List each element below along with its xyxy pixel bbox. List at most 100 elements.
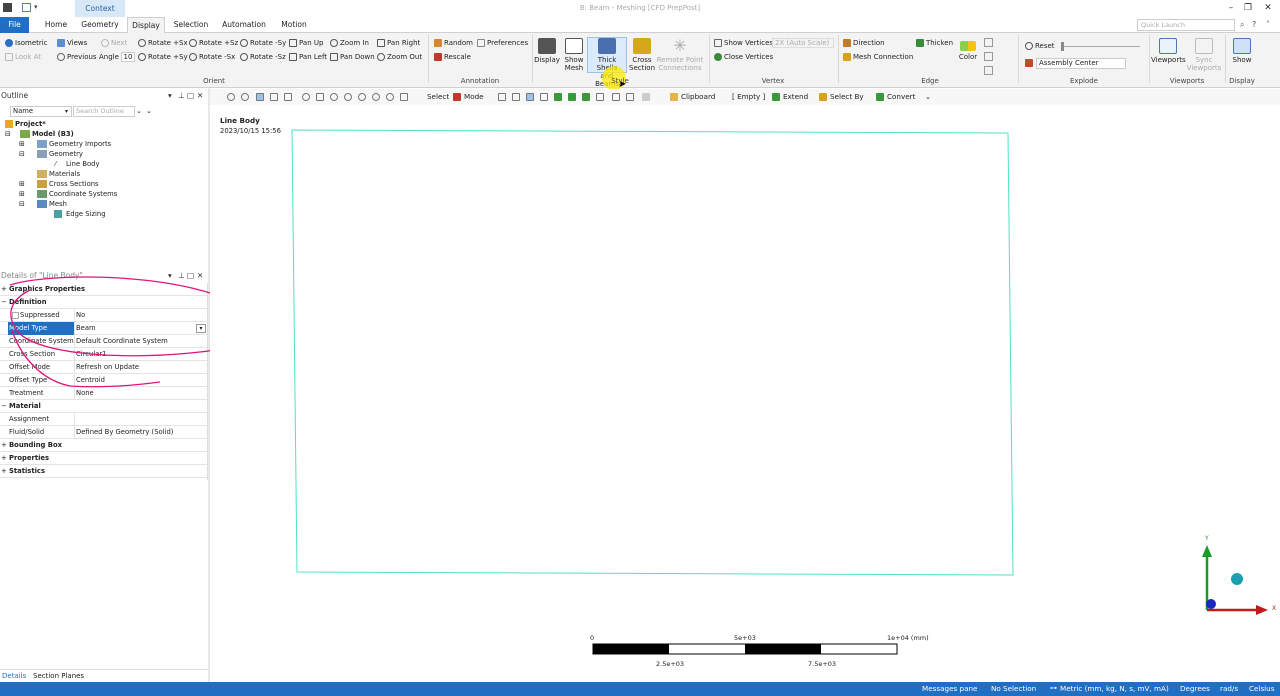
chevron-down-icon[interactable]: ⌄ [136, 107, 142, 115]
tree-item-geometry[interactable]: Geometry [49, 150, 83, 158]
toolbar-overflow-icon[interactable]: ⌄ [925, 92, 931, 101]
tree-item-project[interactable]: Project* [15, 120, 46, 128]
look-at-button[interactable]: Look At [5, 53, 41, 61]
maximize-pane-icon[interactable]: □ [187, 90, 194, 101]
tab-file[interactable]: File [0, 17, 29, 33]
preferences-button[interactable]: Preferences [477, 39, 528, 47]
zoom-next-icon[interactable] [386, 93, 394, 101]
tree-item-mesh[interactable]: Mesh [49, 200, 67, 208]
expand-toggle-icon[interactable]: − [1, 400, 7, 413]
expand-toggle-icon[interactable]: ⊞ [19, 180, 25, 188]
graphics-viewport[interactable]: Line Body 2023/10/15 15:56 0 5e+03 1e+04… [210, 105, 1280, 682]
pan-icon[interactable] [316, 93, 324, 101]
show-mesh-button[interactable]: Show Mesh [562, 38, 586, 72]
select-mode-icon[interactable] [453, 93, 461, 101]
view-toggle-icon[interactable] [256, 93, 264, 101]
tree-item-line-body[interactable]: Line Body [66, 160, 99, 168]
close-vertices-button[interactable]: Close Vertices [714, 53, 773, 61]
wireframe-icon[interactable] [284, 93, 292, 101]
edge-select-icon[interactable] [512, 93, 520, 101]
viewports-button[interactable]: Viewports [1151, 38, 1186, 64]
zoom-fit-icon[interactable] [227, 93, 235, 101]
fit-icon[interactable] [400, 93, 408, 101]
vertex-scale-select[interactable]: 2X (Auto Scale) [772, 38, 834, 48]
element-select-icon[interactable] [582, 93, 590, 101]
previous-button[interactable]: Previous [57, 53, 97, 61]
tab-display[interactable]: Display [127, 17, 165, 33]
element-face-select-icon[interactable] [568, 93, 576, 101]
rotate-plus-sy-button[interactable]: Rotate +Sy [138, 53, 188, 61]
zoom-previous-icon[interactable] [372, 93, 380, 101]
views-button[interactable]: Views [57, 39, 87, 47]
rotate-icon[interactable] [302, 93, 310, 101]
explode-slider-handle[interactable] [1061, 42, 1064, 51]
quick-launch-input[interactable]: Quick Launch [1137, 19, 1235, 31]
remote-point-connections-button[interactable]: ✳ Remote Point Connections [656, 38, 704, 73]
minimize-button[interactable]: – [1225, 3, 1237, 14]
pan-right-button[interactable]: Pan Right [377, 39, 420, 47]
angle-input[interactable]: 10 [121, 52, 135, 62]
expand-toggle-icon[interactable]: ⊟ [19, 150, 25, 158]
show-vertices-button[interactable]: Show Vertices [714, 39, 773, 47]
expand-toggle-icon[interactable]: ⊟ [5, 130, 11, 138]
rotate-minus-sz-button[interactable]: Rotate -Sz [240, 53, 286, 61]
rescale-button[interactable]: Rescale [434, 53, 471, 61]
restore-button[interactable]: ❐ [1242, 3, 1254, 14]
options-icon[interactable] [642, 93, 650, 101]
details-value[interactable]: Defined By Geometry (Solid) [74, 426, 208, 439]
tab-motion[interactable]: Motion [278, 17, 310, 33]
zoom-out-icon[interactable] [358, 93, 366, 101]
edge-option-icon[interactable] [984, 66, 993, 75]
pin-icon[interactable]: ⊥ [178, 90, 185, 101]
tab-details[interactable]: Details [2, 672, 26, 680]
random-button[interactable]: Random [434, 39, 473, 47]
rate-units-status[interactable]: rad/s [1220, 684, 1238, 693]
rotate-plus-sz-button[interactable]: Rotate +Sz [189, 39, 238, 47]
mode-dropdown[interactable]: Mode [464, 92, 484, 101]
rotate-minus-sy-button[interactable]: Rotate -Sy [240, 39, 286, 47]
convert-dropdown[interactable]: Convert [887, 92, 915, 101]
cross-section-button[interactable]: Cross Section [629, 38, 655, 72]
vertex-select-icon[interactable] [498, 93, 506, 101]
body-select-icon[interactable] [540, 93, 548, 101]
zoom-in-button[interactable]: Zoom In [330, 39, 369, 47]
tab-geometry[interactable]: Geometry [80, 17, 120, 33]
tree-item-geometry-imports[interactable]: Geometry Imports [49, 140, 111, 148]
zoom-out-button[interactable]: Zoom Out [377, 53, 422, 61]
tree-item-coordinate-systems[interactable]: Coordinate Systems [49, 190, 117, 198]
rotate-plus-sx-button[interactable]: Rotate +Sx [138, 39, 188, 47]
next-button[interactable]: Next [101, 39, 127, 47]
mesh-connection-button[interactable]: Mesh Connection [843, 53, 913, 61]
zoom-box-icon[interactable] [241, 93, 249, 101]
collapse-ribbon-icon[interactable]: ˄ [1266, 20, 1270, 29]
outline-search-input[interactable]: Search Outline [73, 106, 135, 117]
pan-up-button[interactable]: Pan Up [289, 39, 323, 47]
edge-option-icon[interactable] [984, 52, 993, 61]
tree-options-icon[interactable]: ⌄ [146, 107, 152, 115]
expand-toggle-icon[interactable]: ⊞ [19, 140, 25, 148]
reset-explode-button[interactable]: Reset [1025, 42, 1055, 50]
display-style-button[interactable]: Display [534, 38, 560, 64]
isometric-button[interactable]: Isometric [5, 39, 48, 47]
tab-automation[interactable]: Automation [220, 17, 268, 33]
details-section[interactable]: + Properties [0, 452, 208, 465]
close-button[interactable]: ✕ [1262, 3, 1274, 14]
rotate-minus-sx-button[interactable]: Rotate -Sx [189, 53, 235, 61]
thicken-button[interactable]: Thicken [916, 39, 953, 47]
details-section[interactable]: + Bounding Box [0, 439, 208, 452]
extend-dropdown[interactable]: Extend [783, 92, 808, 101]
details-section[interactable]: + Statistics [0, 465, 208, 478]
details-row[interactable]: Fluid/Solid Defined By Geometry (Solid) [0, 426, 208, 439]
tree-item-model[interactable]: Model (B3) [32, 130, 74, 138]
select-by-dropdown[interactable]: Select By [830, 92, 864, 101]
triad-iso-ball[interactable] [1231, 573, 1243, 585]
expand-toggle-icon[interactable]: + [1, 439, 7, 452]
angle-units-status[interactable]: Degrees [1180, 684, 1210, 693]
messages-pane-status[interactable]: Messages pane [922, 684, 977, 693]
expand-toggle-icon[interactable]: ⊞ [19, 190, 25, 198]
hide-icon[interactable] [612, 93, 620, 101]
node-select-icon[interactable] [554, 93, 562, 101]
outline-name-filter[interactable]: Name ▾ [10, 106, 72, 117]
sync-viewports-button[interactable]: Sync Viewports [1186, 38, 1222, 72]
pane-options-icon[interactable]: ▾ [168, 90, 172, 101]
